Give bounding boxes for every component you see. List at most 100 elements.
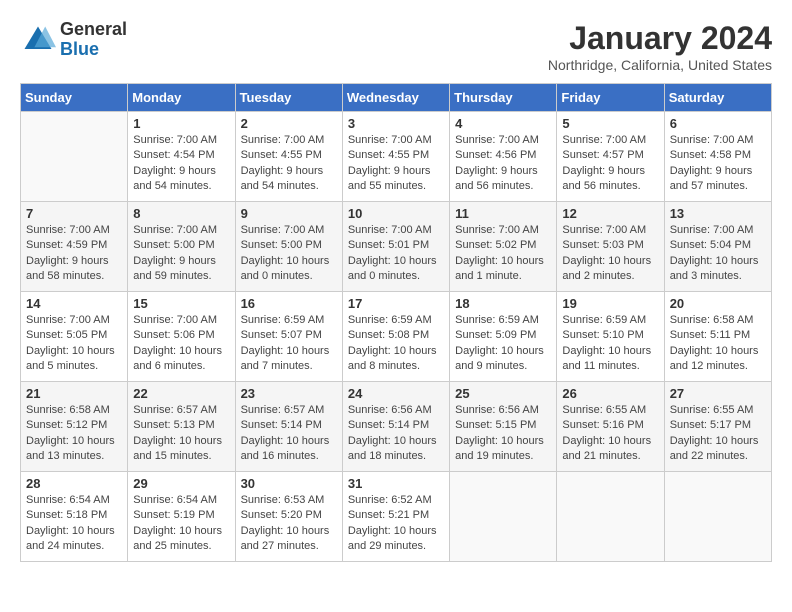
sun-info: Sunrise: 7:00 AM Sunset: 5:00 PM Dayligh… [133,223,229,285]
day-number: 8 [133,206,229,221]
daylight-hours: Daylight: 10 hours and 21 minutes. [562,435,651,462]
calendar-cell-w1d7: 6 Sunrise: 7:00 AM Sunset: 4:58 PM Dayli… [664,112,771,202]
sunset-time: Sunset: 5:13 PM [133,419,214,431]
sunset-time: Sunset: 4:54 PM [133,149,214,161]
daylight-hours: Daylight: 10 hours and 5 minutes. [26,345,115,372]
week-row-5: 28 Sunrise: 6:54 AM Sunset: 5:18 PM Dayl… [21,472,772,562]
sunset-time: Sunset: 5:01 PM [348,239,429,251]
daylight-hours: Daylight: 10 hours and 0 minutes. [241,255,330,282]
daylight-hours: Daylight: 10 hours and 27 minutes. [241,525,330,552]
sun-info: Sunrise: 6:56 AM Sunset: 5:15 PM Dayligh… [455,403,551,465]
daylight-hours: Daylight: 10 hours and 15 minutes. [133,435,222,462]
sunrise-time: Sunrise: 6:57 AM [241,404,325,416]
day-number: 1 [133,116,229,131]
sun-info: Sunrise: 6:58 AM Sunset: 5:12 PM Dayligh… [26,403,122,465]
sunrise-time: Sunrise: 6:54 AM [133,494,217,506]
sunset-time: Sunset: 5:14 PM [241,419,322,431]
day-number: 22 [133,386,229,401]
sunrise-time: Sunrise: 7:00 AM [562,224,646,236]
sun-info: Sunrise: 7:00 AM Sunset: 5:00 PM Dayligh… [241,223,337,285]
week-row-3: 14 Sunrise: 7:00 AM Sunset: 5:05 PM Dayl… [21,292,772,382]
sunset-time: Sunset: 5:02 PM [455,239,536,251]
sun-info: Sunrise: 7:00 AM Sunset: 5:05 PM Dayligh… [26,313,122,375]
sunset-time: Sunset: 5:12 PM [26,419,107,431]
sun-info: Sunrise: 6:55 AM Sunset: 5:16 PM Dayligh… [562,403,658,465]
calendar-cell-w4d3: 23 Sunrise: 6:57 AM Sunset: 5:14 PM Dayl… [235,382,342,472]
daylight-hours: Daylight: 10 hours and 13 minutes. [26,435,115,462]
sunrise-time: Sunrise: 7:00 AM [26,224,110,236]
day-number: 14 [26,296,122,311]
day-number: 24 [348,386,444,401]
calendar-cell-w4d2: 22 Sunrise: 6:57 AM Sunset: 5:13 PM Dayl… [128,382,235,472]
calendar-cell-w4d4: 24 Sunrise: 6:56 AM Sunset: 5:14 PM Dayl… [342,382,449,472]
sunset-time: Sunset: 5:09 PM [455,329,536,341]
sunset-time: Sunset: 5:21 PM [348,509,429,521]
sunrise-time: Sunrise: 7:00 AM [348,224,432,236]
sun-info: Sunrise: 7:00 AM Sunset: 4:55 PM Dayligh… [348,133,444,195]
sunset-time: Sunset: 5:15 PM [455,419,536,431]
col-saturday: Saturday [664,84,771,112]
daylight-hours: Daylight: 10 hours and 22 minutes. [670,435,759,462]
calendar-cell-w2d1: 7 Sunrise: 7:00 AM Sunset: 4:59 PM Dayli… [21,202,128,292]
calendar-cell-w4d5: 25 Sunrise: 6:56 AM Sunset: 5:15 PM Dayl… [450,382,557,472]
daylight-hours: Daylight: 10 hours and 7 minutes. [241,345,330,372]
daylight-hours: Daylight: 9 hours and 56 minutes. [562,165,645,192]
sunset-time: Sunset: 5:19 PM [133,509,214,521]
daylight-hours: Daylight: 9 hours and 57 minutes. [670,165,753,192]
sun-info: Sunrise: 6:59 AM Sunset: 5:09 PM Dayligh… [455,313,551,375]
sun-info: Sunrise: 6:58 AM Sunset: 5:11 PM Dayligh… [670,313,766,375]
sun-info: Sunrise: 7:00 AM Sunset: 4:58 PM Dayligh… [670,133,766,195]
day-number: 11 [455,206,551,221]
sun-info: Sunrise: 6:54 AM Sunset: 5:19 PM Dayligh… [133,493,229,555]
sunrise-time: Sunrise: 7:00 AM [133,314,217,326]
sunrise-time: Sunrise: 7:00 AM [455,134,539,146]
daylight-hours: Daylight: 9 hours and 54 minutes. [133,165,216,192]
sunset-time: Sunset: 5:18 PM [26,509,107,521]
calendar-cell-w3d5: 18 Sunrise: 6:59 AM Sunset: 5:09 PM Dayl… [450,292,557,382]
sunset-time: Sunset: 5:10 PM [562,329,643,341]
sun-info: Sunrise: 7:00 AM Sunset: 4:57 PM Dayligh… [562,133,658,195]
sunrise-time: Sunrise: 7:00 AM [670,134,754,146]
calendar-cell-w1d3: 2 Sunrise: 7:00 AM Sunset: 4:55 PM Dayli… [235,112,342,202]
sunrise-time: Sunrise: 6:55 AM [562,404,646,416]
calendar-table: Sunday Monday Tuesday Wednesday Thursday… [20,83,772,562]
day-number: 31 [348,476,444,491]
sunset-time: Sunset: 4:55 PM [241,149,322,161]
title-block: January 2024 Northridge, California, Uni… [548,20,772,73]
day-number: 20 [670,296,766,311]
calendar-cell-w1d1 [21,112,128,202]
sunrise-time: Sunrise: 6:59 AM [455,314,539,326]
day-number: 18 [455,296,551,311]
logo-blue-text: Blue [60,39,99,59]
location-title: Northridge, California, United States [548,57,772,73]
sun-info: Sunrise: 6:52 AM Sunset: 5:21 PM Dayligh… [348,493,444,555]
sunrise-time: Sunrise: 6:59 AM [562,314,646,326]
day-number: 9 [241,206,337,221]
sun-info: Sunrise: 7:00 AM Sunset: 4:54 PM Dayligh… [133,133,229,195]
week-row-4: 21 Sunrise: 6:58 AM Sunset: 5:12 PM Dayl… [21,382,772,472]
page-header: General Blue January 2024 Northridge, Ca… [20,20,772,73]
calendar-cell-w5d3: 30 Sunrise: 6:53 AM Sunset: 5:20 PM Dayl… [235,472,342,562]
daylight-hours: Daylight: 10 hours and 25 minutes. [133,525,222,552]
day-number: 30 [241,476,337,491]
sunrise-time: Sunrise: 6:56 AM [455,404,539,416]
sun-info: Sunrise: 7:00 AM Sunset: 5:03 PM Dayligh… [562,223,658,285]
daylight-hours: Daylight: 10 hours and 9 minutes. [455,345,544,372]
calendar-cell-w3d1: 14 Sunrise: 7:00 AM Sunset: 5:05 PM Dayl… [21,292,128,382]
daylight-hours: Daylight: 10 hours and 8 minutes. [348,345,437,372]
sunrise-time: Sunrise: 7:00 AM [26,314,110,326]
calendar-cell-w1d6: 5 Sunrise: 7:00 AM Sunset: 4:57 PM Dayli… [557,112,664,202]
calendar-cell-w5d7 [664,472,771,562]
daylight-hours: Daylight: 10 hours and 6 minutes. [133,345,222,372]
sunset-time: Sunset: 4:55 PM [348,149,429,161]
calendar-cell-w1d2: 1 Sunrise: 7:00 AM Sunset: 4:54 PM Dayli… [128,112,235,202]
day-number: 13 [670,206,766,221]
day-number: 2 [241,116,337,131]
day-number: 12 [562,206,658,221]
sunset-time: Sunset: 5:06 PM [133,329,214,341]
sun-info: Sunrise: 7:00 AM Sunset: 5:01 PM Dayligh… [348,223,444,285]
col-sunday: Sunday [21,84,128,112]
sunset-time: Sunset: 4:58 PM [670,149,751,161]
calendar-cell-w2d7: 13 Sunrise: 7:00 AM Sunset: 5:04 PM Dayl… [664,202,771,292]
sun-info: Sunrise: 6:59 AM Sunset: 5:07 PM Dayligh… [241,313,337,375]
